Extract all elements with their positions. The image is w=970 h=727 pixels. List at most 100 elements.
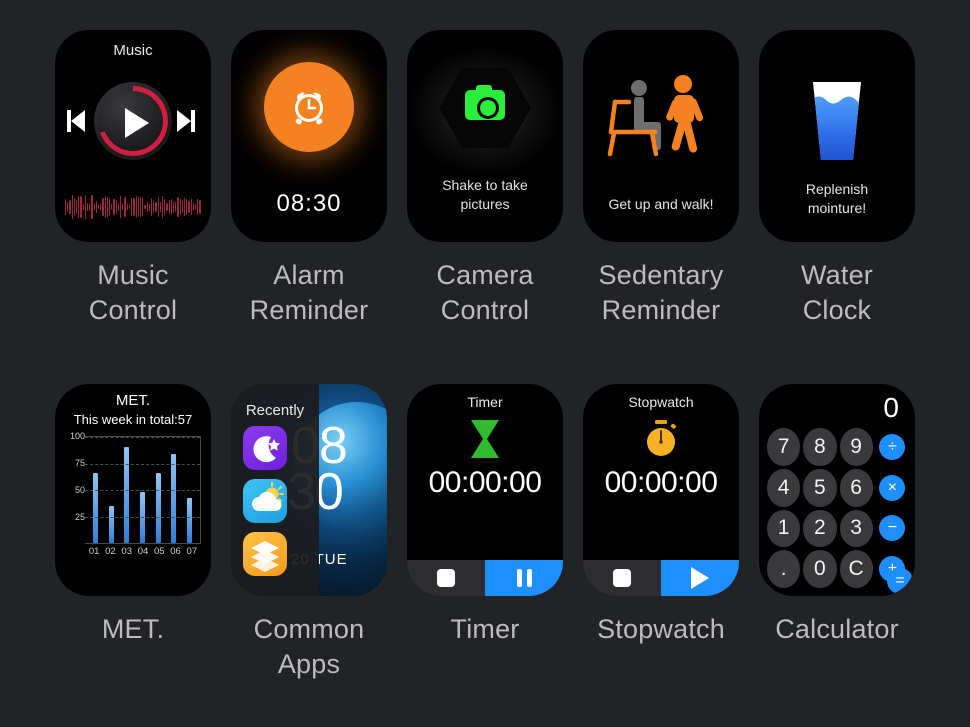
calculator-key-num-7[interactable]: 7 [767,428,801,466]
feature-card-alarm-reminder[interactable]: 08:30 Alarm Reminder [221,30,397,370]
calculator-key-num-9[interactable]: 9 [839,428,873,466]
feature-card-music-control[interactable]: Music Music Control [45,30,221,370]
watch-screen-camera[interactable]: Shake to take pictures [407,30,563,242]
alarm-clock-icon [285,82,333,139]
person-walking-icon [666,75,704,153]
chart-y-tick-label: 50 [74,485,85,495]
calculator-key-num-.[interactable]: . [767,550,801,588]
feature-card-met[interactable]: MET. This week in total:57 25 50 75 100 01 0… [45,384,221,717]
feature-card-sedentary-reminder[interactable]: Get up and walk! Sedentary Reminder [573,30,749,370]
calculator-key-op-−[interactable]: − [879,515,906,542]
chart-x-tick-label: 02 [105,546,116,557]
timer-title: Timer [467,394,503,410]
waveform-bar [161,196,164,218]
camera-icon[interactable] [465,85,505,120]
waveform-bar [188,201,190,213]
watch-screen-calculator[interactable]: 0 7 8 9 ÷ 4 5 6 × 1 2 3−. 0 C + = [759,384,915,596]
waveform-bar [150,198,153,216]
feature-card-calculator[interactable]: 0 7 8 9 ÷ 4 5 6 × 1 2 3−. 0 C + = Calculator [749,384,925,717]
caption-line-1: Water [800,260,873,290]
watch-screen-water[interactable]: Replenish mointure! [759,30,915,242]
play-icon[interactable] [125,108,149,138]
person-sitting-icon [631,80,661,150]
alarm-time: 08:30 [276,190,342,217]
play-icon[interactable] [661,560,739,596]
recently-label: Recently [245,402,305,419]
layers-stack-icon[interactable] [243,532,287,576]
waveform-bar [190,199,192,215]
calculator-key-num-5[interactable]: 5 [803,468,837,507]
waveform-bar [69,199,71,215]
calculator-key-op-÷[interactable]: ÷ [879,433,906,460]
chart-x-tick-label: 05 [153,546,165,557]
waveform-bar [148,203,150,211]
waveform-bar [95,201,98,213]
waveform-bar [135,196,137,218]
waveform-bar [199,199,201,215]
pause-icon[interactable] [485,560,563,596]
watch-screen-timer[interactable]: Timer 00:00:00 [407,384,563,596]
waveform-bar [89,203,91,211]
calculator-key-op-equals[interactable]: = [887,568,913,594]
calculator-key-num-6[interactable]: 6 [839,468,873,507]
feature-card-stopwatch[interactable]: Stopwatch 00:00:00 Stopwatch [573,384,749,717]
waveform-bar [120,196,122,218]
waveform-bar [159,201,161,213]
stop-square-icon[interactable] [583,560,661,596]
waveform-bar [170,199,172,215]
waveform-bar [157,197,159,217]
calculator-key-num-C[interactable]: C [839,550,873,588]
watch-screen-common-apps[interactable]: 08 30 20 TUE Recently [231,384,387,596]
waveform-bar [179,199,181,215]
waveform-bar [104,195,106,219]
watch-screen-stopwatch[interactable]: Stopwatch 00:00:00 [583,384,739,596]
stop-square-icon[interactable] [407,560,485,596]
card-caption: Alarm Reminder [250,258,369,327]
calculator-key-num-4[interactable]: 4 [767,468,801,507]
watch-screen-sedentary[interactable]: Get up and walk! [583,30,739,242]
calculator-keypad: 7 8 9 ÷ 4 5 6 × 1 2 3−. 0 C + [767,428,909,588]
caption-line-1: Common [253,614,365,644]
calculator-key-num-2[interactable]: 2 [803,509,837,548]
chart-y-tick-label: 25 [74,512,85,522]
recent-app-icons [243,426,287,576]
feature-card-timer[interactable]: Timer 00:00:00 Timer [397,384,573,717]
watch-screen-met[interactable]: MET. This week in total:57 25 50 75 100 01 0… [55,384,211,596]
caption-line-1: Stopwatch [597,614,725,644]
calculator-key-num-1[interactable]: 1 [767,509,801,548]
watch-screen-music[interactable]: Music [55,30,211,242]
card-caption: Water Clock [801,258,873,327]
water-hint-line-1: Replenish [805,181,869,198]
chart-bar [155,473,161,543]
weather-cloud-sun-icon[interactable] [243,479,287,523]
feature-card-camera-control[interactable]: Shake to take pictures Camera Control [397,30,573,370]
waveform-bar [131,197,133,217]
chart-bar [139,492,145,543]
water-hint-line-2: mointure! [807,200,867,217]
chart-x-axis-labels: 01 02 03 04 05 06 07 [85,546,201,557]
chart-plot-area [85,436,201,544]
watch-screen-alarm[interactable]: 08:30 [231,30,387,242]
waveform-bar [106,196,109,218]
feature-card-common-apps[interactable]: 08 30 20 TUE Recently [221,384,397,717]
next-track-icon[interactable] [177,110,199,132]
sedentary-hint: Get up and walk! [608,196,714,212]
waveform-bar [139,196,142,218]
chart-gridline [85,490,200,491]
calculator-key-num-8[interactable]: 8 [803,428,837,466]
caption-line-2: Reminder [601,294,721,325]
calculator-key-num-0[interactable]: 0 [803,550,837,588]
calculator-key-num-3[interactable]: 3 [839,509,873,548]
sleep-moon-icon[interactable] [243,426,287,470]
previous-track-icon[interactable] [67,110,89,132]
waveform-bar [164,199,166,215]
waveform-bar [168,200,170,214]
calculator-key-op-×[interactable]: × [879,474,906,501]
waveform-bar [142,197,144,217]
waveform-bar [146,201,148,213]
feature-card-water-clock[interactable]: Replenish mointure! Water Clock [749,30,925,370]
waveform-bar [197,199,199,215]
waveform-bar [192,202,194,212]
card-caption: MET. [102,612,164,647]
waveform-bar [102,198,104,216]
